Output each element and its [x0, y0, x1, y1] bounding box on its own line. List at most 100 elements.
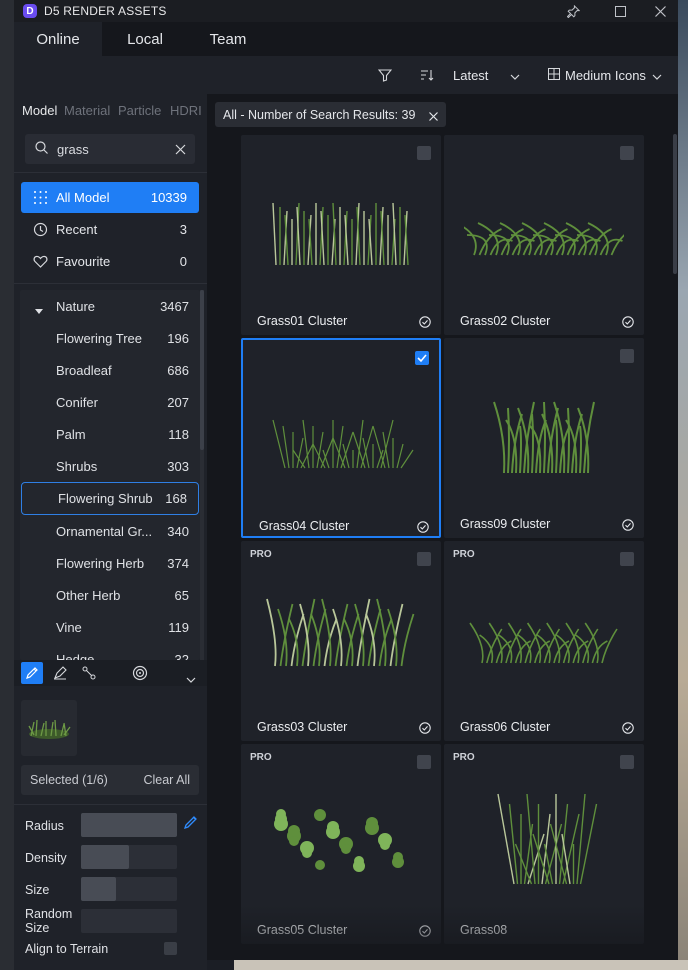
category-item-highlighted[interactable]: Flowering Shrub 168	[21, 482, 199, 515]
pro-badge: PRO	[250, 752, 272, 763]
asset-card[interactable]: PRO Grass06 Cluster	[444, 541, 644, 741]
density-slider[interactable]	[81, 845, 177, 869]
window-title: D5 RENDER ASSETS	[44, 4, 167, 18]
category-item[interactable]: Broadleaf 686	[20, 354, 200, 386]
category-count: 32	[174, 651, 189, 661]
radius-label: Radius	[25, 819, 64, 833]
category-label: Flowering Shrub	[58, 491, 153, 506]
selected-asset-thumbnail[interactable]	[21, 700, 77, 756]
target-icon[interactable]	[132, 665, 148, 686]
radius-slider[interactable]	[81, 813, 177, 837]
pro-badge: PRO	[453, 752, 475, 763]
downloaded-check-icon	[622, 315, 634, 328]
backdrop-bottom	[234, 960, 688, 970]
type-tab-material[interactable]: Material	[64, 103, 110, 118]
asset-card[interactable]: Grass04 Cluster	[241, 338, 441, 538]
category-label: Flowering Herb	[56, 555, 145, 571]
asset-checkbox[interactable]	[417, 755, 431, 769]
pro-badge: PRO	[453, 549, 475, 560]
tab-online[interactable]: Online	[14, 22, 102, 56]
asset-checkbox[interactable]	[417, 146, 431, 160]
brush-icon[interactable]	[21, 662, 43, 684]
clear-all-button[interactable]: Clear All	[143, 773, 190, 787]
d5-logo-icon: D	[23, 4, 37, 18]
type-tab-hdri[interactable]: HDRI	[170, 103, 202, 118]
category-label: Hedge	[56, 651, 95, 661]
search-box[interactable]: grass	[25, 134, 195, 164]
category-label: Broadleaf	[56, 362, 112, 378]
category-count: 119	[168, 619, 189, 635]
asset-card[interactable]: Grass01 Cluster	[241, 135, 441, 335]
results-scrollbar[interactable]	[673, 134, 677, 274]
clear-search-icon[interactable]	[175, 143, 186, 158]
selection-row: Selected (1/6) Clear All	[21, 765, 199, 795]
random-size-slider[interactable]	[81, 909, 177, 933]
asset-checkbox[interactable]	[620, 755, 634, 769]
brush-radius-icon[interactable]	[182, 814, 198, 835]
close-chip-icon[interactable]	[429, 110, 438, 124]
nav-all-model[interactable]: All Model 10339	[21, 182, 199, 213]
category-label: Other Herb	[56, 587, 121, 603]
category-item[interactable]: Palm 118	[20, 418, 200, 450]
sort-select[interactable]: Latest	[453, 56, 520, 94]
density-label: Density	[25, 851, 67, 865]
caret-down-icon	[35, 303, 43, 318]
asset-checkbox[interactable]	[620, 552, 634, 566]
grass-preview-image	[464, 571, 624, 691]
grass-preview-image	[261, 774, 421, 894]
backdrop-left	[0, 0, 14, 970]
density-fill	[81, 845, 129, 869]
sort-icon[interactable]	[420, 56, 434, 94]
downloaded-check-icon	[419, 315, 431, 328]
category-count: 374	[167, 555, 189, 571]
filter-icon[interactable]	[378, 56, 392, 94]
nav-favourite[interactable]: Favourite 0	[21, 246, 199, 277]
search-input[interactable]: grass	[57, 142, 89, 157]
asset-name: Grass03 Cluster	[257, 720, 348, 734]
category-item[interactable]: Vine 119	[20, 611, 200, 643]
sidebar: Model Material Particle HDRI grass All M…	[14, 94, 207, 970]
nav-recent[interactable]: Recent 3	[21, 214, 199, 245]
asset-checkbox[interactable]	[620, 349, 634, 363]
category-item[interactable]: Hedge 32	[20, 643, 200, 661]
asset-card[interactable]: Grass09 Cluster	[444, 338, 644, 538]
asset-checkbox[interactable]	[417, 552, 431, 566]
category-scroll-thumb[interactable]	[200, 290, 204, 450]
category-item[interactable]: Flowering Tree 196	[20, 322, 200, 354]
category-item[interactable]: Other Herb 65	[20, 579, 200, 611]
size-slider[interactable]	[81, 877, 177, 901]
asset-card[interactable]: Grass02 Cluster	[444, 135, 644, 335]
title-bar: D D5 RENDER ASSETS	[14, 0, 678, 22]
asset-name: Grass01 Cluster	[257, 314, 348, 328]
brush-toolbar	[14, 660, 207, 686]
category-count: 303	[167, 458, 189, 474]
downloaded-check-icon	[419, 721, 431, 734]
asset-name: Grass09 Cluster	[460, 517, 551, 531]
nav-label: Favourite	[56, 254, 111, 269]
asset-card[interactable]: PRO Grass03 Cluster	[241, 541, 441, 741]
nav-label: All Model	[56, 190, 110, 205]
path-icon[interactable]	[82, 666, 96, 685]
category-item[interactable]: Conifer 207	[20, 386, 200, 418]
align-terrain-checkbox[interactable]	[164, 942, 177, 955]
eraser-icon[interactable]	[53, 666, 67, 685]
chevron-down-icon[interactable]	[186, 670, 196, 688]
type-tab-model[interactable]: Model	[22, 103, 57, 118]
chevron-down-icon	[510, 68, 520, 83]
category-item[interactable]: Flowering Herb 374	[20, 547, 200, 579]
close-icon[interactable]	[647, 0, 673, 22]
clock-icon	[33, 222, 48, 237]
category-nature[interactable]: Nature 3467	[20, 290, 200, 322]
pin-icon[interactable]	[560, 0, 586, 22]
asset-checkbox[interactable]	[620, 146, 634, 160]
category-item[interactable]: Shrubs 303	[20, 450, 200, 482]
asset-checkbox[interactable]	[415, 351, 429, 365]
view-select[interactable]: Medium Icons	[548, 56, 662, 94]
category-item[interactable]: Ornamental Gr... 340	[20, 515, 200, 547]
type-tab-particle[interactable]: Particle	[118, 103, 161, 118]
maximize-icon[interactable]	[607, 0, 633, 22]
tab-team[interactable]: Team	[190, 22, 266, 56]
size-label: Size	[25, 883, 50, 897]
tab-local[interactable]: Local	[106, 22, 184, 56]
asset-name: Grass04 Cluster	[259, 519, 350, 533]
